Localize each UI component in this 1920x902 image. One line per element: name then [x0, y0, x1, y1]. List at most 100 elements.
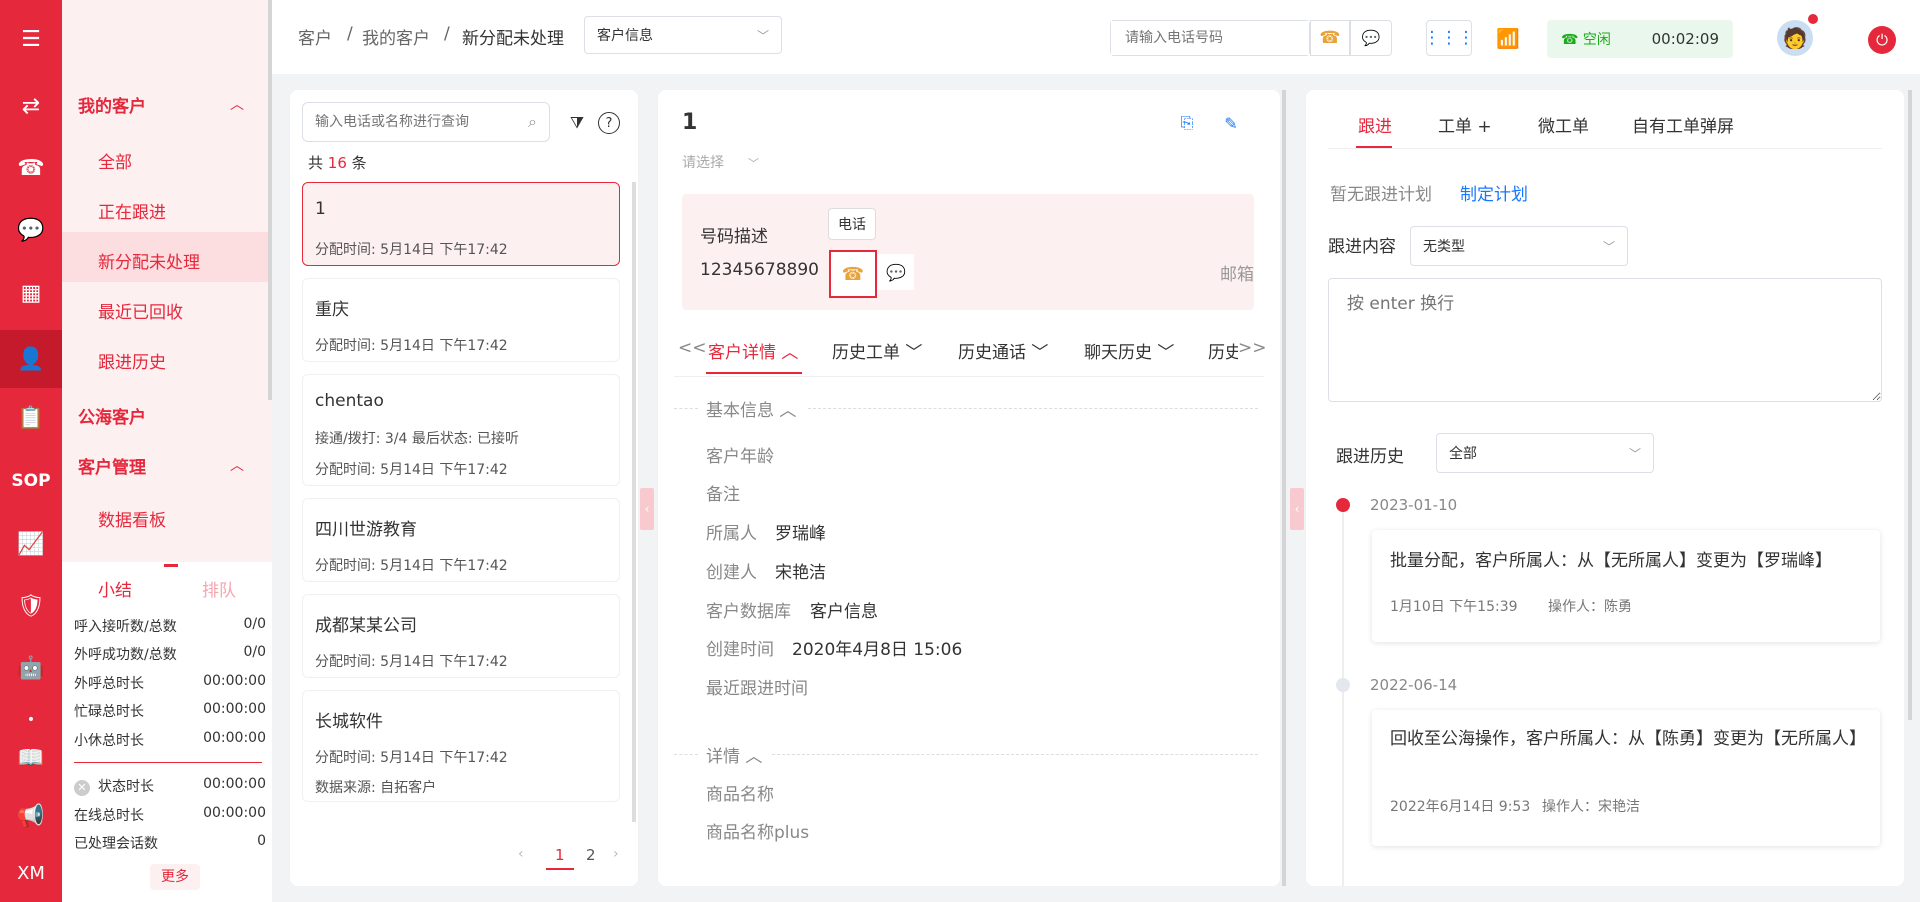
- make-plan-link[interactable]: 制定计划: [1460, 180, 1528, 205]
- tab-workorder[interactable]: 工单 +: [1438, 112, 1492, 137]
- transfer-icon[interactable]: ⇄: [0, 81, 62, 131]
- field-label: 创建人: [706, 563, 757, 583]
- power-icon[interactable]: ⏻: [1868, 26, 1896, 54]
- menu-icon[interactable]: ☰: [0, 14, 62, 64]
- stat-row: 已处理会话数 0: [74, 833, 266, 852]
- page-1[interactable]: 1: [546, 846, 574, 870]
- tab-history-calls[interactable]: 历史通话 ﹀: [958, 338, 1048, 363]
- tab-own-workorder-popup[interactable]: 自有工单弹屏: [1632, 112, 1734, 137]
- edit-icon[interactable]: ✎: [1220, 112, 1242, 134]
- drag-handle[interactable]: [164, 564, 178, 567]
- xm-logo: XM: [17, 862, 45, 884]
- tab-followup[interactable]: 跟进: [1358, 112, 1392, 137]
- tab-chat-history[interactable]: 聊天历史 ﹀: [1084, 338, 1174, 363]
- chat-icon[interactable]: 💬: [0, 205, 62, 255]
- history-filter-select[interactable]: 全部 ﹀: [1436, 433, 1654, 473]
- breadcrumb-customers[interactable]: 客户: [298, 24, 332, 49]
- more-button[interactable]: 更多: [150, 864, 200, 890]
- list-item[interactable]: 1 分配时间: 5月14日 下午17:42: [302, 182, 620, 266]
- field-label: 商品名称plus: [706, 823, 810, 843]
- stat-row: 在线总时长 00:00:00: [74, 805, 266, 824]
- tab-scroll-left[interactable]: <<: [678, 338, 707, 358]
- tab-scroll-right[interactable]: >>: [1238, 338, 1267, 358]
- list-item[interactable]: 成都某某公司 分配时间: 5月14日 下午17:42: [302, 594, 620, 678]
- search-icon[interactable]: ⌕: [528, 112, 549, 132]
- followup-textarea[interactable]: [1328, 278, 1882, 402]
- tab-customer-detail[interactable]: 客户详情 ︿: [708, 338, 798, 363]
- chevron-up-icon[interactable]: ︿: [230, 455, 244, 475]
- breadcrumb-current: 新分配未处理: [462, 29, 564, 49]
- sidebar-item-new-unhandled[interactable]: 新分配未处理: [98, 248, 200, 273]
- list-item[interactable]: 四川世游教育 分配时间: 5月14日 下午17:42: [302, 498, 620, 582]
- icon-rail: ☰ ⇄ ☎ 💬 ▦ 👤 📋 SOP 📈 🛡 🤖 • 📖 📢 XM: [0, 0, 62, 902]
- prev-page-icon[interactable]: ‹: [518, 846, 524, 862]
- breadcrumb-sep: /: [347, 24, 353, 44]
- page-2[interactable]: 2: [586, 846, 596, 864]
- sidebar-section-my-customers[interactable]: 我的客户: [78, 92, 146, 117]
- robot-icon[interactable]: 🤖: [0, 643, 62, 693]
- list-item[interactable]: 长城软件 分配时间: 5月14日 下午17:42 数据来源: 自拓客户: [302, 690, 620, 802]
- tab-queue[interactable]: 排队: [202, 576, 236, 601]
- detail-scrollbar[interactable]: [1282, 90, 1286, 886]
- sop-icon[interactable]: SOP: [0, 456, 62, 506]
- sidebar-section-customer-mgmt[interactable]: 客户管理: [78, 453, 146, 478]
- tab-summary[interactable]: 小结: [98, 576, 132, 601]
- type-select[interactable]: 请选择 ﹀: [682, 152, 759, 172]
- followup-scrollbar[interactable]: [1908, 90, 1912, 720]
- sidebar-item-follow-history[interactable]: 跟进历史: [98, 348, 166, 373]
- field-label: 商品名称: [706, 785, 774, 805]
- user-icon[interactable]: 👤: [0, 330, 62, 388]
- book-icon[interactable]: 📖: [0, 733, 62, 783]
- close-icon[interactable]: ✕: [74, 780, 90, 796]
- help-icon[interactable]: ?: [598, 112, 620, 134]
- content-type-select[interactable]: 无类型 ﹀: [1410, 226, 1628, 266]
- chevron-up-icon[interactable]: ︿: [230, 94, 244, 114]
- collapse-right-handle[interactable]: ‹: [1290, 488, 1304, 530]
- call-phone-icon[interactable]: ☎: [829, 250, 877, 298]
- next-page-icon[interactable]: ›: [613, 846, 619, 862]
- dialpad-icon[interactable]: ⋮⋮⋮: [1424, 20, 1475, 56]
- field-label: 客户数据库: [706, 602, 791, 622]
- field-value: 2020年4月8日 15:06: [792, 640, 963, 660]
- sidebar-item-dashboard[interactable]: 数据看板: [98, 506, 166, 531]
- list-item[interactable]: chentao 接通/拨打: 3/4 最后状态: 已接听 分配时间: 5月14日…: [302, 374, 620, 486]
- tab-history-orders[interactable]: 历史工单 ﹀: [832, 338, 922, 363]
- status-badge[interactable]: ☎ 空闲 00:02:09: [1547, 20, 1733, 58]
- history-label: 跟进历史: [1336, 447, 1404, 467]
- breadcrumb-my-customers[interactable]: 我的客户: [362, 24, 430, 49]
- sidebar-item-all[interactable]: 全部: [98, 148, 132, 173]
- sidebar-section-public[interactable]: 公海客户: [78, 403, 146, 428]
- dial-phone-icon[interactable]: ☎: [1310, 20, 1350, 56]
- followup-panel: 跟进 工单 + 微工单 自有工单弹屏 暂无跟进计划 制定计划 跟进内容 无类型 ﹀…: [1306, 90, 1912, 886]
- field-label: 备注: [706, 485, 740, 505]
- timeline-dot: [1336, 678, 1350, 692]
- chevron-down-icon: ﹀: [748, 157, 759, 170]
- grid-icon[interactable]: ▦: [0, 268, 62, 318]
- list-item[interactable]: 重庆 分配时间: 5月14日 下午17:42: [302, 278, 620, 362]
- field-label: 创建时间: [706, 640, 774, 660]
- shield-icon[interactable]: 🛡: [0, 581, 62, 631]
- customer-search-input[interactable]: [303, 114, 529, 130]
- section-basic-info[interactable]: 基本信息 ︿: [706, 396, 796, 421]
- sidebar-item-following[interactable]: 正在跟进: [98, 198, 166, 223]
- stat-row: 小休总时长 00:00:00: [74, 730, 266, 749]
- filter-icon[interactable]: ⧩: [566, 112, 588, 134]
- tab-micro-workorder[interactable]: 微工单: [1538, 112, 1589, 137]
- collapse-left-handle[interactable]: ‹: [640, 488, 654, 530]
- customer-name: 1: [682, 110, 698, 135]
- sms-icon[interactable]: 💬: [878, 254, 914, 290]
- avatar[interactable]: 🧑: [1777, 20, 1813, 56]
- field-value: 客户信息: [810, 602, 878, 622]
- tab-history-more[interactable]: 历史: [1208, 338, 1238, 363]
- clipboard-icon[interactable]: 📋: [0, 393, 62, 443]
- bookmark-icon[interactable]: ⎘: [1176, 112, 1198, 134]
- message-icon[interactable]: 💬: [1350, 20, 1392, 56]
- sidebar-item-recent-recycled[interactable]: 最近已回收: [98, 298, 183, 323]
- megaphone-icon[interactable]: 📢: [0, 791, 62, 841]
- phone-icon[interactable]: ☎: [0, 143, 62, 193]
- section-details[interactable]: 详情 ︿: [706, 742, 762, 767]
- list-scrollbar[interactable]: [632, 182, 636, 822]
- db-select[interactable]: 客户信息 ﹀: [584, 16, 782, 54]
- monitor-icon[interactable]: 📈: [0, 519, 62, 569]
- phone-input[interactable]: [1111, 21, 1309, 55]
